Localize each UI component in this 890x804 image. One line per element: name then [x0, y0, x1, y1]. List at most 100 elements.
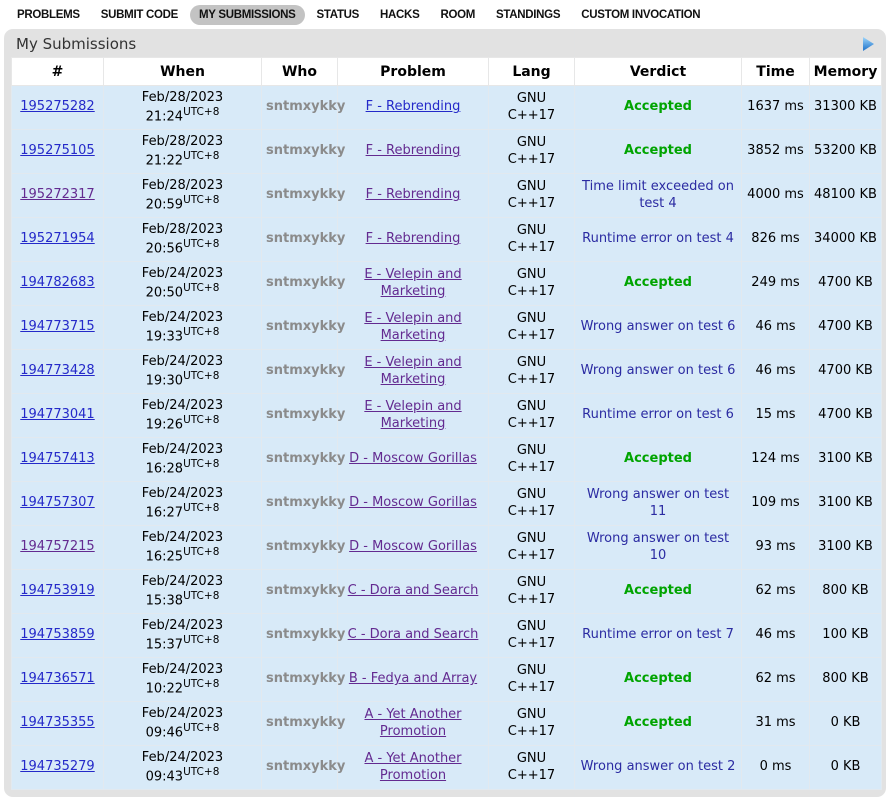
- submission-id-link[interactable]: 194773428: [20, 363, 94, 378]
- lang-cell: GNU C++17: [489, 130, 575, 174]
- memory-cell: 4700 KB: [810, 394, 882, 438]
- submission-id-link[interactable]: 194773041: [20, 407, 94, 422]
- problem-cell: D - Moscow Gorillas: [338, 438, 489, 482]
- problem-link[interactable]: F - Rebrending: [366, 231, 461, 246]
- submission-id-cell: 194773428: [12, 350, 104, 394]
- submission-id-link[interactable]: 194782683: [20, 275, 94, 290]
- memory-cell: 4700 KB: [810, 306, 882, 350]
- problem-link[interactable]: A - Yet Another Promotion: [364, 707, 461, 738]
- submission-id-cell: 195275282: [12, 86, 104, 130]
- problem-link[interactable]: E - Velepin and Marketing: [364, 311, 461, 342]
- verdict-text: Accepted: [624, 583, 692, 598]
- who-cell: sntmxykky: [262, 526, 338, 570]
- verdict-text: Accepted: [624, 143, 692, 158]
- nav-tab-submit-code[interactable]: SUBMIT CODE: [92, 5, 187, 25]
- submission-time: 09:46UTC+8: [108, 722, 257, 742]
- time-cell: 46 ms: [742, 350, 810, 394]
- time-cell: 15 ms: [742, 394, 810, 438]
- submission-time: 16:28UTC+8: [108, 458, 257, 478]
- problem-cell: A - Yet Another Promotion: [338, 746, 489, 790]
- memory-cell: 4700 KB: [810, 350, 882, 394]
- expand-arrow-icon[interactable]: [863, 37, 874, 51]
- timezone-label: UTC+8: [183, 326, 219, 338]
- time-cell: 124 ms: [742, 438, 810, 482]
- time-cell: 0 ms: [742, 746, 810, 790]
- submission-id-link[interactable]: 194757307: [20, 495, 94, 510]
- problem-link[interactable]: D - Moscow Gorillas: [349, 451, 477, 466]
- time-cell: 31 ms: [742, 702, 810, 746]
- nav-tab-room[interactable]: ROOM: [431, 5, 484, 25]
- verdict-cell: Runtime error on test 4: [575, 218, 742, 262]
- nav-tab-hacks[interactable]: HACKS: [371, 5, 428, 25]
- submission-id-link[interactable]: 195275282: [20, 99, 94, 114]
- submission-id-link[interactable]: 194735355: [20, 715, 94, 730]
- who-cell: sntmxykky: [262, 394, 338, 438]
- nav-tab-my-submissions[interactable]: MY SUBMISSIONS: [190, 5, 305, 25]
- problem-link[interactable]: F - Rebrending: [366, 143, 461, 158]
- problem-link[interactable]: D - Moscow Gorillas: [349, 539, 477, 554]
- timezone-label: UTC+8: [183, 238, 219, 250]
- submission-id-cell: 194753919: [12, 570, 104, 614]
- submission-date: Feb/24/2023: [108, 354, 257, 370]
- problem-cell: E - Velepin and Marketing: [338, 394, 489, 438]
- verdict-cell: Accepted: [575, 438, 742, 482]
- submission-id-link[interactable]: 194757413: [20, 451, 94, 466]
- who-cell: sntmxykky: [262, 438, 338, 482]
- table-row: 195275282 Feb/28/2023 21:24UTC+8 sntmxyk…: [12, 86, 882, 130]
- time-cell: 62 ms: [742, 658, 810, 702]
- lang-cell: GNU C++17: [489, 746, 575, 790]
- submission-id-link[interactable]: 195275105: [20, 143, 94, 158]
- problem-link[interactable]: F - Rebrending: [366, 99, 461, 114]
- submission-id-link[interactable]: 195272317: [20, 187, 94, 202]
- problem-cell: F - Rebrending: [338, 86, 489, 130]
- submission-id-link[interactable]: 194736571: [20, 671, 94, 686]
- submission-id-link[interactable]: 194735279: [20, 759, 94, 774]
- problem-link[interactable]: E - Velepin and Marketing: [364, 355, 461, 386]
- page-title: My Submissions: [16, 35, 136, 53]
- submission-id-link[interactable]: 194753859: [20, 627, 94, 642]
- submission-id-link[interactable]: 194753919: [20, 583, 94, 598]
- problem-link[interactable]: C - Dora and Search: [348, 627, 479, 642]
- lang-cell: GNU C++17: [489, 526, 575, 570]
- time-cell: 62 ms: [742, 570, 810, 614]
- problem-link[interactable]: F - Rebrending: [366, 187, 461, 202]
- verdict-text: Wrong answer on test 11: [587, 487, 729, 518]
- when-cell: Feb/24/2023 16:25UTC+8: [104, 526, 262, 570]
- table-row: 194735355 Feb/24/2023 09:46UTC+8 sntmxyk…: [12, 702, 882, 746]
- verdict-text: Wrong answer on test 6: [581, 363, 736, 378]
- problem-link[interactable]: B - Fedya and Array: [349, 671, 477, 686]
- time-cell: 46 ms: [742, 614, 810, 658]
- submission-time: 16:25UTC+8: [108, 546, 257, 566]
- problem-link[interactable]: C - Dora and Search: [348, 583, 479, 598]
- nav-tab-status[interactable]: STATUS: [308, 5, 369, 25]
- submission-id-link[interactable]: 194773715: [20, 319, 94, 334]
- time-cell: 46 ms: [742, 306, 810, 350]
- submission-time: 19:30UTC+8: [108, 370, 257, 390]
- column-header: Time: [742, 58, 810, 86]
- problem-cell: B - Fedya and Array: [338, 658, 489, 702]
- problem-cell: A - Yet Another Promotion: [338, 702, 489, 746]
- submission-id-link[interactable]: 194757215: [20, 539, 94, 554]
- problem-link[interactable]: E - Velepin and Marketing: [364, 399, 461, 430]
- timezone-label: UTC+8: [183, 634, 219, 646]
- my-submissions-panel: My Submissions #WhenWhoProblemLangVerdic…: [4, 29, 886, 797]
- problem-link[interactable]: A - Yet Another Promotion: [364, 751, 461, 782]
- nav-tab-standings[interactable]: STANDINGS: [487, 5, 569, 25]
- submission-time: 10:22UTC+8: [108, 678, 257, 698]
- verdict-cell: Wrong answer on test 2: [575, 746, 742, 790]
- lang-cell: GNU C++17: [489, 702, 575, 746]
- memory-cell: 3100 KB: [810, 482, 882, 526]
- nav-tab-custom-invocation[interactable]: CUSTOM INVOCATION: [572, 5, 709, 25]
- timezone-label: UTC+8: [183, 502, 219, 514]
- verdict-text: Runtime error on test 7: [582, 627, 734, 642]
- verdict-text: Wrong answer on test 10: [587, 531, 729, 562]
- memory-cell: 53200 KB: [810, 130, 882, 174]
- nav-tab-problems[interactable]: PROBLEMS: [8, 5, 89, 25]
- submission-id-cell: 194773041: [12, 394, 104, 438]
- memory-cell: 100 KB: [810, 614, 882, 658]
- submission-id-link[interactable]: 195271954: [20, 231, 94, 246]
- problem-link[interactable]: E - Velepin and Marketing: [364, 267, 461, 298]
- when-cell: Feb/24/2023 19:30UTC+8: [104, 350, 262, 394]
- problem-link[interactable]: D - Moscow Gorillas: [349, 495, 477, 510]
- verdict-text: Wrong answer on test 6: [581, 319, 736, 334]
